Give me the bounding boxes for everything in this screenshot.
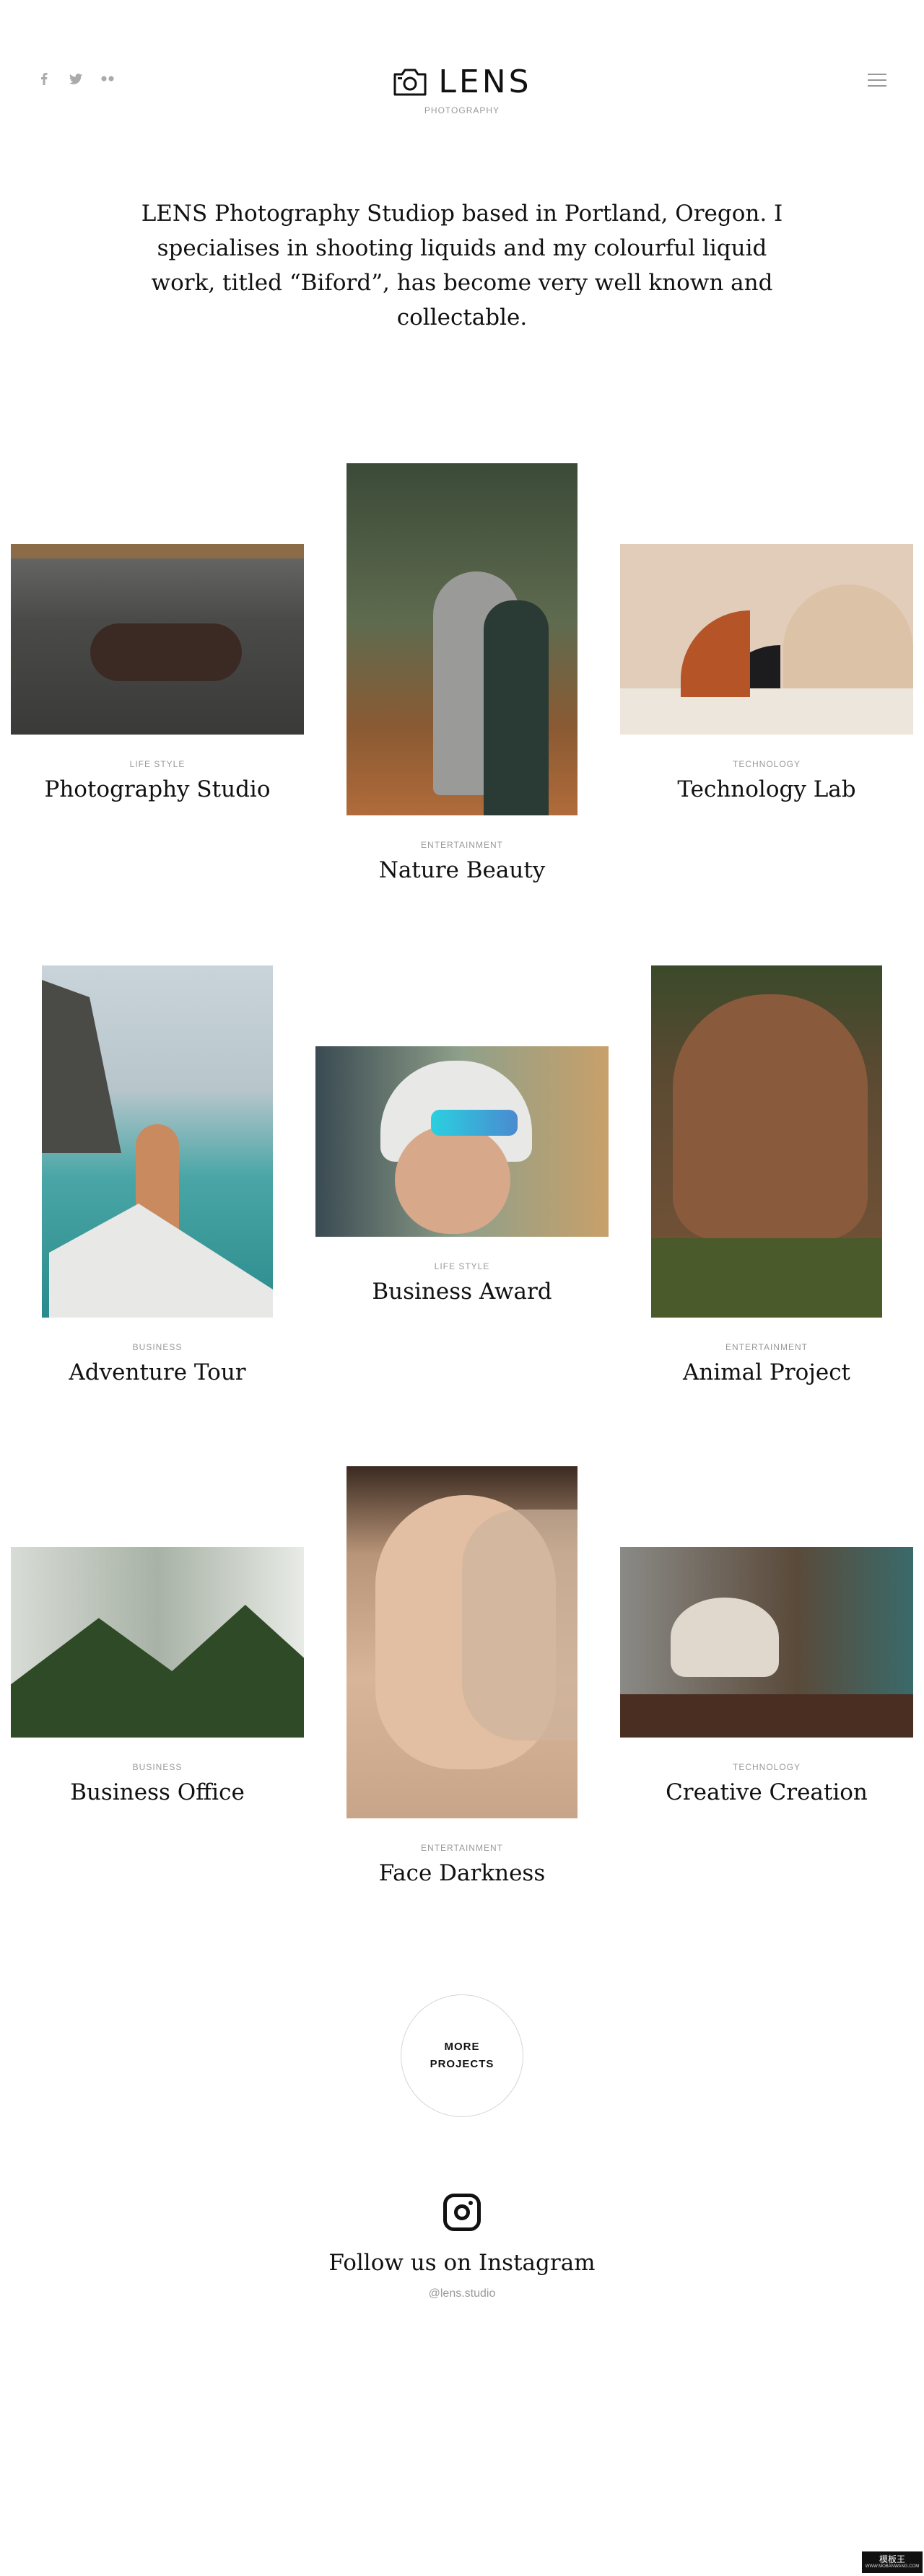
project-category: ENTERTAINMENT: [421, 1843, 503, 1853]
project-title[interactable]: Technology Lab: [677, 776, 855, 802]
project-card[interactable]: BUSINESS Adventure Tour: [42, 965, 273, 1385]
logo-text: LENS: [438, 63, 532, 100]
project-image[interactable]: [315, 1046, 609, 1237]
project-card[interactable]: ENTERTAINMENT Face Darkness: [346, 1466, 578, 1886]
intro-text: LENS Photography Studiop based in Portla…: [141, 201, 783, 330]
project-title[interactable]: Face Darkness: [379, 1860, 546, 1886]
logo-subtitle: PHOTOGRAPHY: [424, 105, 500, 115]
project-card[interactable]: ENTERTAINMENT Nature Beauty: [346, 463, 578, 883]
project-image[interactable]: [651, 965, 882, 1318]
project-image[interactable]: [346, 463, 578, 815]
project-title[interactable]: Nature Beauty: [379, 857, 546, 883]
instagram-icon[interactable]: [443, 2194, 481, 2231]
hamburger-menu-icon[interactable]: [868, 72, 886, 88]
project-title[interactable]: Photography Studio: [44, 776, 270, 802]
instagram-title[interactable]: Follow us on Instagram: [328, 2250, 595, 2276]
project-category: ENTERTAINMENT: [421, 840, 503, 850]
watermark-badge: 模板王 WWW.MOBANWANG.COM: [862, 2551, 923, 2573]
site-logo[interactable]: LENS PHOTOGRAPHY: [0, 65, 924, 115]
project-category: TECHNOLOGY: [732, 1762, 801, 1772]
project-image[interactable]: [620, 1547, 913, 1738]
project-card[interactable]: BUSINESS Business Office: [11, 1547, 304, 1805]
project-title[interactable]: Animal Project: [683, 1359, 850, 1385]
project-card[interactable]: TECHNOLOGY Creative Creation: [620, 1547, 913, 1805]
project-title[interactable]: Adventure Tour: [69, 1359, 245, 1385]
project-category: LIFE STYLE: [434, 1261, 490, 1271]
instagram-section: Follow us on Instagram @lens.studio: [0, 2194, 924, 2300]
project-title[interactable]: Business Award: [372, 1279, 552, 1305]
project-card[interactable]: LIFE STYLE Photography Studio: [11, 544, 304, 802]
project-category: LIFE STYLE: [129, 759, 186, 769]
project-category: ENTERTAINMENT: [725, 1342, 808, 1352]
watermark-text: 模板王: [879, 2554, 905, 2564]
project-category: TECHNOLOGY: [732, 759, 801, 769]
camera-icon: [393, 69, 427, 96]
project-image[interactable]: [346, 1466, 578, 1818]
project-category: BUSINESS: [132, 1342, 183, 1352]
project-card[interactable]: LIFE STYLE Business Award: [315, 1046, 609, 1305]
project-image[interactable]: [42, 965, 273, 1318]
project-category: BUSINESS: [132, 1762, 183, 1772]
project-card[interactable]: ENTERTAINMENT Animal Project: [651, 965, 882, 1385]
watermark-url: WWW.MOBANWANG.COM: [865, 2564, 920, 2569]
project-image[interactable]: [11, 1547, 304, 1738]
project-image[interactable]: [11, 544, 304, 735]
project-title[interactable]: Business Office: [70, 1779, 245, 1805]
project-image[interactable]: [620, 544, 913, 735]
project-title[interactable]: Creative Creation: [666, 1779, 868, 1805]
project-card[interactable]: TECHNOLOGY Technology Lab: [620, 544, 913, 802]
instagram-handle[interactable]: @lens.studio: [429, 2287, 496, 2300]
more-projects-button[interactable]: MORE PROJECTS: [401, 1994, 523, 2117]
